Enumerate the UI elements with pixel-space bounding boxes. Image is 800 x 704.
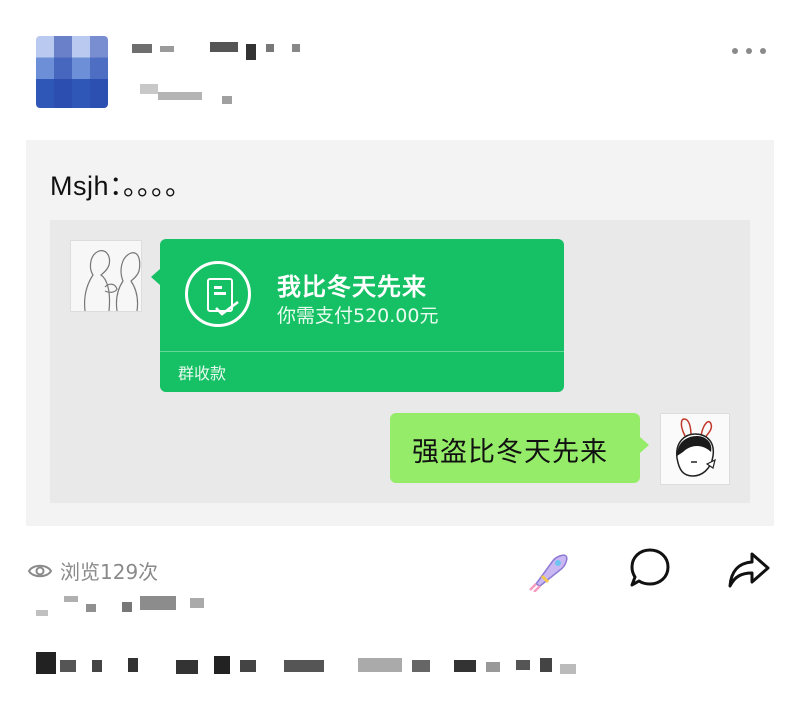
view-count-text: 浏览129次 [60,560,159,584]
payment-type-label: 群收款 [178,364,227,383]
eye-icon [28,564,52,577]
bill-icon [185,261,251,327]
payment-divider [160,351,564,352]
payment-title: 我比冬天先来 [277,273,427,301]
group-payment-card[interactable]: 我比冬天先来 你需支付520.00元 群收款 [151,239,564,392]
sender-avatar [70,240,142,312]
rocket-sticker-icon[interactable] [528,548,572,593]
comment-icon[interactable] [628,546,672,590]
view-count: 浏览129次 [28,556,158,585]
post-card: Msjh：。。。。 我比冬天先来 你需支付520.00元 群收款 强盗比冬天先来 [26,140,774,526]
more-icon[interactable] [732,48,772,58]
receiver-avatar [660,413,730,485]
post-text: Msjh：。。。。 [50,171,193,201]
chat-screenshot[interactable]: 我比冬天先来 你需支付520.00元 群收款 强盗比冬天先来 [50,220,750,503]
author-avatar[interactable] [36,36,108,108]
reply-bubble[interactable]: 强盗比冬天先来 [390,413,649,483]
share-icon[interactable] [726,548,770,592]
reply-text: 强盗比冬天先来 [412,437,608,468]
payment-amount: 你需支付520.00元 [277,305,439,327]
